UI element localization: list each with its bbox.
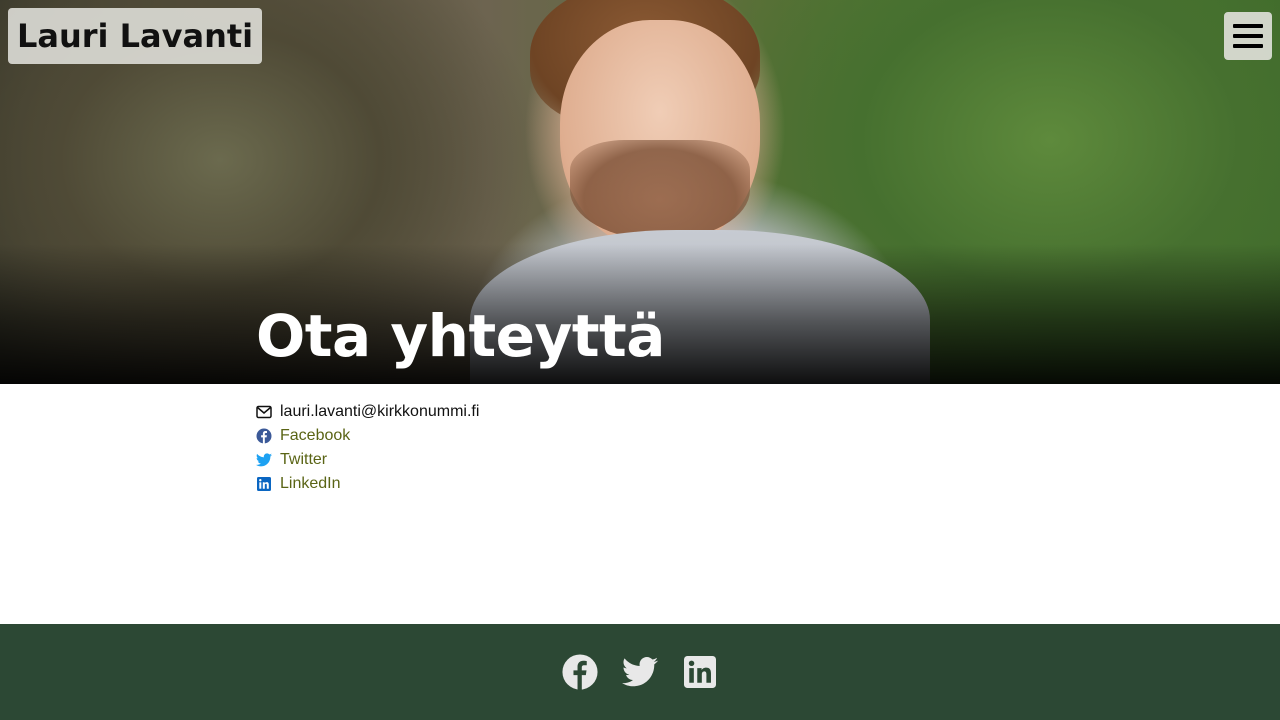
site-brand-link[interactable]: Lauri Lavanti (8, 8, 263, 64)
contact-twitter-link[interactable]: Twitter (280, 451, 327, 469)
contact-facebook: Facebook (256, 424, 479, 448)
page-title: Ota yhteyttä (256, 302, 665, 370)
envelope-icon (256, 404, 272, 420)
footer-facebook-icon[interactable] (562, 654, 598, 690)
linkedin-icon (256, 476, 272, 492)
footer-linkedin-icon[interactable] (682, 654, 718, 690)
hero-photo-beard (570, 140, 750, 240)
contact-linkedin-link[interactable]: LinkedIn (280, 475, 341, 493)
contact-linkedin: LinkedIn (256, 472, 479, 496)
contact-list: lauri.lavanti@kirkkonummi.fi Facebook Tw… (256, 400, 479, 496)
hamburger-menu-button[interactable] (1224, 12, 1272, 60)
hamburger-menu-icon (1233, 24, 1263, 28)
contact-twitter: Twitter (256, 448, 479, 472)
twitter-icon (256, 452, 272, 468)
site-footer (0, 624, 1280, 720)
footer-twitter-icon[interactable] (622, 654, 658, 690)
contact-email: lauri.lavanti@kirkkonummi.fi (256, 400, 479, 424)
contact-facebook-link[interactable]: Facebook (280, 427, 350, 445)
contact-email-text[interactable]: lauri.lavanti@kirkkonummi.fi (280, 403, 479, 421)
facebook-icon (256, 428, 272, 444)
